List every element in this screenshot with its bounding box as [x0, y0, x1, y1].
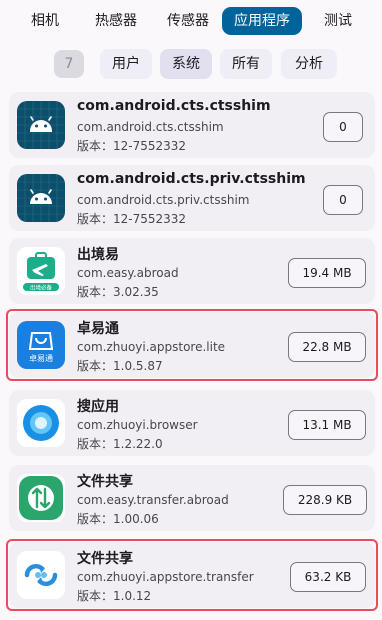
app-name: com.android.cts.priv.ctsshim: [77, 171, 306, 187]
app-card[interactable]: 出境必备 出境易 com.easy.abroad 版本：3.02.35 19.4…: [9, 238, 375, 304]
app-size-button[interactable]: 19.4 MB: [288, 258, 366, 288]
filter-all[interactable]: 所有: [220, 49, 272, 79]
tab-thermal[interactable]: 热感器: [83, 7, 149, 35]
android-icon: [17, 174, 65, 222]
app-name: com.android.cts.ctsshim: [77, 98, 271, 114]
filter-user[interactable]: 用户: [100, 49, 152, 79]
android-icon: [17, 101, 65, 149]
app-name: 出境易: [77, 247, 119, 263]
tab-applications[interactable]: 应用程序: [222, 7, 302, 35]
tab-test[interactable]: 测试: [310, 7, 366, 35]
app-size-button[interactable]: 13.1 MB: [288, 410, 366, 440]
app-name: 文件共享: [77, 551, 133, 567]
app-version: 版本：12-7552332: [77, 139, 187, 153]
app-package: com.easy.transfer.abroad: [77, 493, 229, 507]
app-package: com.zhuoyi.appstore.transfer: [77, 570, 254, 584]
icon-caption: 出境必备: [30, 284, 53, 292]
app-card[interactable]: 搜应用 com.zhuoyi.browser 版本：1.2.22.0 13.1 …: [9, 390, 375, 456]
app-version: 版本：1.0.5.87: [77, 359, 163, 373]
blue-circle-icon: [17, 399, 65, 447]
filter-bar: 7 用户 系统 所有 分析: [0, 47, 382, 81]
suitcase-plane-icon: 出境必备: [17, 247, 65, 295]
app-package: com.android.cts.priv.ctsshim: [77, 193, 250, 207]
filter-system[interactable]: 系统: [160, 49, 212, 79]
app-version: 版本：12-7552332: [77, 212, 187, 226]
app-card[interactable]: 文件共享 com.zhuoyi.appstore.transfer 版本：1.0…: [6, 539, 378, 611]
app-version: 版本：1.00.06: [77, 512, 159, 526]
app-package: com.easy.abroad: [77, 266, 179, 280]
app-size-button[interactable]: 0: [323, 185, 363, 215]
app-size-button[interactable]: 63.2 KB: [290, 562, 366, 592]
app-name: 文件共享: [77, 474, 133, 490]
transfer-arrows-icon: [17, 474, 65, 522]
app-card[interactable]: 文件共享 com.easy.transfer.abroad 版本：1.00.06…: [9, 465, 375, 531]
app-card[interactable]: com.android.cts.ctsshim com.android.cts.…: [9, 92, 375, 158]
tab-sensors[interactable]: 传感器: [155, 7, 221, 35]
app-count-badge: 7: [54, 50, 84, 78]
tab-camera[interactable]: 相机: [17, 7, 73, 35]
app-package: com.zhuoyi.appstore.lite: [77, 340, 226, 354]
app-version: 版本：1.2.22.0: [77, 437, 163, 451]
filter-analysis[interactable]: 分析: [281, 49, 337, 79]
app-size-button[interactable]: 22.8 MB: [288, 332, 366, 362]
sync-icon: [17, 551, 65, 599]
app-package: com.zhuoyi.browser: [77, 418, 198, 432]
top-tab-bar: 相机 热感器 传感器 应用程序 测试: [0, 0, 382, 42]
app-size-button[interactable]: 0: [323, 112, 363, 142]
app-package: com.android.cts.ctsshim: [77, 120, 224, 134]
app-name: 卓易通: [77, 321, 119, 337]
app-version: 版本：1.0.12: [77, 589, 152, 603]
app-version: 版本：3.02.35: [77, 285, 159, 299]
app-card[interactable]: 卓易通 卓易通 com.zhuoyi.appstore.lite 版本：1.0.…: [6, 309, 378, 381]
app-size-button[interactable]: 228.9 KB: [283, 485, 367, 515]
icon-caption: 卓易通: [29, 353, 53, 363]
shopping-bag-icon: 卓易通: [17, 321, 65, 369]
app-card[interactable]: com.android.cts.priv.ctsshim com.android…: [9, 165, 375, 231]
app-name: 搜应用: [77, 399, 119, 415]
